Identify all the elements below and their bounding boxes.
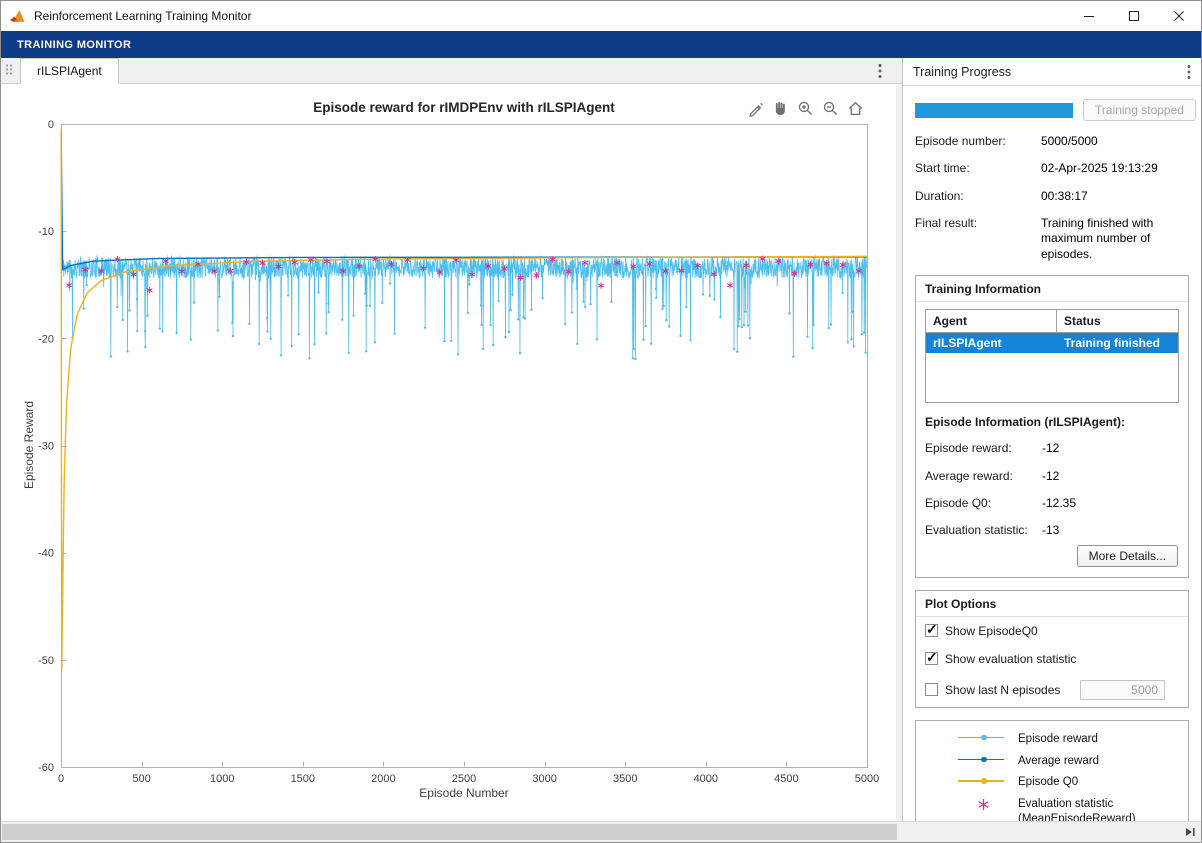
stat-label: Start time:	[915, 161, 1041, 176]
agent-document-tab[interactable]: rILSPIAgent	[20, 58, 119, 84]
panel-options-icon[interactable]	[1187, 64, 1191, 80]
stat-value: -13	[1042, 523, 1179, 538]
option-label: Show evaluation statistic	[945, 652, 1076, 666]
legend-item: Evaluation statistic (MeanEpisodeReward)	[916, 797, 1188, 821]
chart-canvas[interactable]	[1, 84, 896, 821]
document-area: rILSPIAgent Episode reward for rIMDPEnv …	[1, 58, 902, 821]
legend-item-label: Episode reward	[1018, 732, 1098, 747]
panel-body: Training stopped Episode number: 5000/50…	[903, 86, 1201, 821]
show-episodeq0-checkbox[interactable]	[925, 624, 938, 637]
pan-icon[interactable]	[770, 98, 790, 118]
option-row: Show last N episodes	[916, 673, 1188, 707]
plot-options-title: Plot Options	[916, 591, 1188, 617]
legend-line-sample	[956, 732, 1012, 744]
option-label: Show last N episodes	[945, 683, 1060, 697]
stat-label: Average reward:	[925, 469, 1042, 484]
title-bar: Reinforcement Learning Training Monitor	[1, 1, 1201, 31]
legend-line-sample	[956, 775, 1012, 787]
agent-column-header: Agent	[926, 310, 1057, 332]
legend-item-label: Episode Q0	[1018, 775, 1078, 790]
plot-options-group: Plot Options Show EpisodeQ0 Show evaluat…	[915, 590, 1189, 708]
zoom-out-icon[interactable]	[820, 98, 840, 118]
more-details-button[interactable]: More Details...	[1077, 545, 1178, 567]
agent-cell: rILSPIAgent	[926, 333, 1057, 353]
status-cell: Training finished	[1057, 333, 1178, 353]
document-tab-bar: rILSPIAgent	[1, 58, 902, 84]
option-label: Show EpisodeQ0	[945, 624, 1038, 638]
option-row: Show EpisodeQ0	[916, 617, 1188, 645]
option-row: Show evaluation statistic	[916, 645, 1188, 673]
chart-legend: Episode reward Average reward	[915, 720, 1189, 821]
training-stats: Episode number: 5000/5000 Start time: 02…	[915, 134, 1189, 262]
stat-value: 5000/5000	[1041, 134, 1189, 149]
legend-item: Average reward	[916, 754, 1188, 769]
show-evaluation-statistic-checkbox[interactable]	[925, 652, 938, 665]
training-progress-panel: Training Progress Training stopped Episo…	[902, 58, 1201, 821]
legend-item-label: Evaluation statistic (MeanEpisodeReward)	[1018, 797, 1136, 821]
horizontal-scrollbar-thumb[interactable]	[2, 824, 897, 840]
last-n-episodes-input[interactable]	[1080, 680, 1165, 700]
minimize-button[interactable]	[1066, 1, 1111, 31]
restore-view-icon[interactable]	[845, 98, 865, 118]
stat-value: 02-Apr-2025 19:13:29	[1041, 161, 1189, 176]
stat-value: -12.35	[1042, 496, 1179, 511]
panel-header: Training Progress	[903, 58, 1201, 86]
axes-toolbar	[743, 97, 867, 119]
legend-item-label: Average reward	[1018, 754, 1099, 769]
asterisk-marker-icon	[977, 798, 990, 811]
legend-line-sample	[956, 754, 1012, 766]
x-axis-label: Episode Number	[61, 786, 867, 800]
status-bar	[1, 821, 1201, 842]
matlab-logo-icon	[9, 7, 27, 25]
stat-label: Episode number:	[915, 134, 1041, 149]
legend-asterisk-sample	[956, 797, 1012, 809]
show-last-n-episodes-checkbox[interactable]	[925, 683, 938, 696]
training-information-group: Training Information Agent Status rILSPI…	[915, 275, 1189, 577]
toolstrip-ribbon: TRAINING MONITOR	[1, 31, 1201, 58]
app-window: Reinforcement Learning Training Monitor …	[0, 0, 1202, 843]
stat-label: Duration:	[915, 189, 1041, 204]
window-title: Reinforcement Learning Training Monitor	[34, 9, 1066, 23]
y-axis-label: Episode Reward	[22, 375, 36, 515]
stat-value: Training finished with maximum number of…	[1041, 216, 1189, 262]
stat-label: Episode Q0:	[925, 496, 1042, 511]
agent-table-header: Agent Status	[926, 310, 1178, 333]
training-information-title: Training Information	[916, 276, 1188, 302]
tab-grip-icon[interactable]	[5, 63, 13, 79]
figure-options-icon[interactable]	[878, 63, 882, 79]
legend-item: Episode reward	[916, 732, 1188, 747]
ribbon-tab-training-monitor[interactable]: TRAINING MONITOR	[5, 34, 143, 56]
status-column-header: Status	[1057, 310, 1178, 332]
agent-table-empty-area	[926, 353, 1178, 402]
stat-value: -12	[1042, 441, 1179, 456]
stat-label: Episode reward:	[925, 441, 1042, 456]
close-button[interactable]	[1156, 1, 1201, 31]
agent-table: Agent Status rILSPIAgent Training finish…	[925, 309, 1179, 403]
stat-value: 00:38:17	[1041, 189, 1189, 204]
legend-item: Episode Q0	[916, 775, 1188, 790]
stat-label: Evaluation statistic:	[925, 523, 1042, 538]
stat-label: Final result:	[915, 216, 1041, 262]
agent-tab-label: rILSPIAgent	[37, 64, 102, 78]
agent-table-row[interactable]: rILSPIAgent Training finished	[926, 333, 1178, 353]
zoom-in-icon[interactable]	[795, 98, 815, 118]
figure-area: Episode reward for rIMDPEnv with rILSPIA…	[1, 84, 896, 821]
panel-title: Training Progress	[913, 65, 1011, 79]
legend-item-label-line: Evaluation statistic	[1018, 797, 1136, 812]
window-controls	[1066, 1, 1201, 31]
export-icon[interactable]	[745, 98, 765, 118]
training-progress-bar	[915, 103, 1073, 118]
legend-item-label-line: (MeanEpisodeReward)	[1018, 812, 1136, 821]
scroll-right-icon[interactable]	[1183, 825, 1197, 842]
training-stopped-button[interactable]: Training stopped	[1083, 99, 1196, 121]
maximize-button[interactable]	[1111, 1, 1156, 31]
stat-value: -12	[1042, 469, 1179, 484]
training-progress-fill	[915, 103, 1073, 118]
episode-information: Episode reward: -12 Average reward: -12 …	[925, 441, 1179, 538]
episode-information-title: Episode Information (rILSPIAgent):	[916, 413, 1188, 441]
